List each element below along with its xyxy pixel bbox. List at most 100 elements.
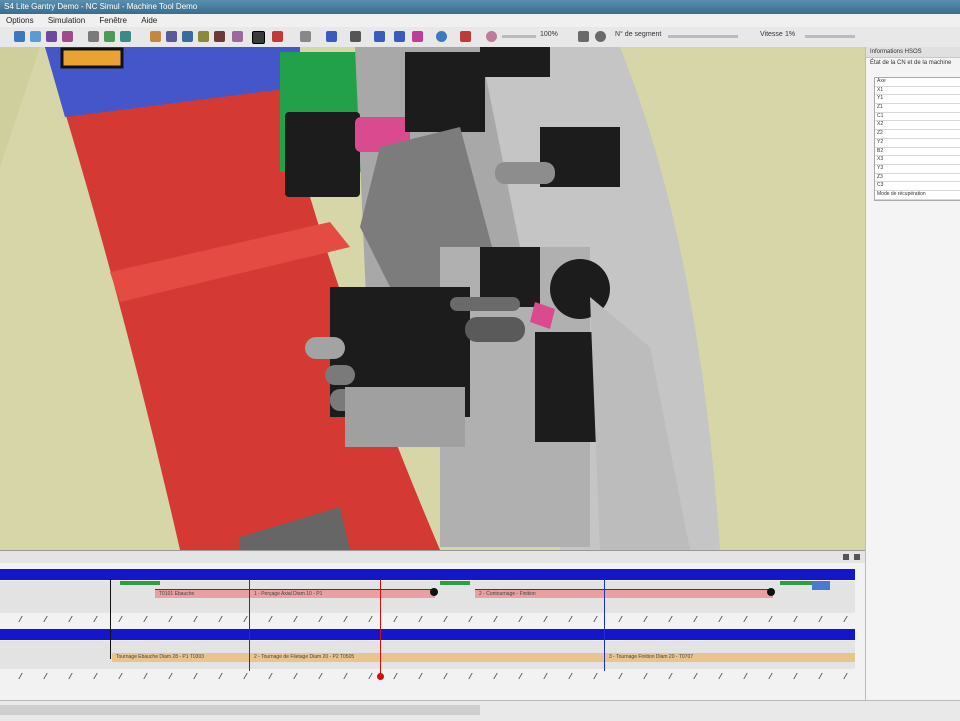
boring-bar-lower <box>465 317 525 342</box>
axis-row-z2: Z2 <box>875 130 960 139</box>
axis-row-z3: Z3 <box>875 174 960 183</box>
speed-value: 1% <box>785 31 796 38</box>
step-icon[interactable] <box>374 31 385 42</box>
axis-row-x2: X2 <box>875 121 960 131</box>
simulation-viewport[interactable] <box>0 47 865 550</box>
channel-1-bar <box>0 569 855 580</box>
machine-3d-view <box>0 47 865 550</box>
toolbar: 100% N° de segment Vitesse 1% <box>0 27 960 48</box>
marker-icon[interactable] <box>412 31 423 42</box>
channel-1-segment-1[interactable]: T0101 Ebauche <box>155 589 250 598</box>
menu-simulation[interactable]: Simulation <box>42 14 91 27</box>
segment-slider[interactable] <box>668 35 738 38</box>
channel-1-segment-3[interactable]: 2 - Contournage - Finition <box>475 589 773 598</box>
layer-icon[interactable] <box>62 31 73 42</box>
gantt-timeline[interactable]: T0101 Ebauche 1 - Perçage Axial Diam 10 … <box>0 550 865 701</box>
axis-row-x1: X1 <box>875 87 960 96</box>
channel-2-track: Tournage Ebauche Diam 28 - P1 T0303 2 - … <box>0 641 855 669</box>
axis-row-z1: Z1 <box>875 104 960 113</box>
info-panel-title: Informations HSOS <box>866 47 960 58</box>
axis-table: Axe X1 Y1 Z1 C1 X2 Z2 Y2 B2 X3 Y3 Z3 C3 … <box>874 77 960 201</box>
channel-1-segment-2[interactable]: 1 - Perçage Axial Diam 10 - P1 <box>250 589 435 598</box>
channel-1-ruler <box>0 614 855 624</box>
zoom-slider[interactable] <box>502 35 536 38</box>
clock-icon[interactable] <box>595 31 606 42</box>
tool-icon[interactable] <box>104 31 115 42</box>
play-back-icon[interactable] <box>350 31 361 42</box>
close-icon[interactable] <box>854 554 860 560</box>
pen-icon[interactable] <box>326 31 337 42</box>
axis-table-header: Axe <box>875 78 960 87</box>
axis-row-recovery: Mode de récupération <box>875 191 960 200</box>
info-panel-subtitle[interactable]: État de la CN et de la machine <box>866 58 960 68</box>
status-bar <box>0 700 960 721</box>
timeline-scrollbar[interactable] <box>0 705 480 715</box>
axis-row-y1: Y1 <box>875 95 960 105</box>
channel-2-segment-3[interactable]: 3 - Tournage Finition Diam 20 - T0707 <box>605 653 855 662</box>
tool-holder-upper-left <box>285 112 360 197</box>
select-icon[interactable] <box>300 31 311 42</box>
machine-icon[interactable] <box>182 31 193 42</box>
sync-line-1 <box>249 579 250 671</box>
channel-2-segment-1[interactable]: Tournage Ebauche Diam 28 - P1 T0303 <box>112 653 250 662</box>
title-bar: S4 Lite Gantry Demo - NC Simul - Machine… <box>0 0 960 14</box>
tool-holder-upper <box>405 52 485 132</box>
axis-icon[interactable] <box>198 31 209 42</box>
drill-shank-right <box>495 162 555 184</box>
grid-icon[interactable] <box>46 31 57 42</box>
segment-label: N° de segment <box>615 31 662 38</box>
axis-row-c1: C1 <box>875 113 960 122</box>
fixture-icon[interactable] <box>120 31 131 42</box>
axis-row-c3: C3 <box>875 182 960 191</box>
speed-label: Vitesse <box>760 31 783 38</box>
axis-row-y2: Y2 <box>875 139 960 148</box>
zoom-value: 100% <box>540 31 558 38</box>
tool-holder-lower-right <box>535 332 600 442</box>
axis-row-x3: X3 <box>875 156 960 165</box>
channel-2-bar <box>0 629 855 640</box>
boring-bar <box>450 297 520 311</box>
cut-icon[interactable] <box>214 31 225 42</box>
measure-icon[interactable] <box>252 31 265 44</box>
pin-icon[interactable] <box>843 554 849 560</box>
orange-jaw <box>62 49 122 67</box>
collision-icon[interactable] <box>272 31 283 42</box>
sync-line-start <box>110 579 111 659</box>
menu-help[interactable]: Aide <box>135 14 163 27</box>
channel-1-track: T0101 Ebauche 1 - Perçage Axial Diam 10 … <box>0 581 855 613</box>
fit-icon[interactable] <box>578 31 589 42</box>
channel-1-sync-dot-2 <box>767 588 775 596</box>
tool-holder-top <box>480 47 550 77</box>
info-panel: Informations HSOS État de la CN et de la… <box>865 47 960 700</box>
timeline-header <box>0 551 865 563</box>
menu-options[interactable]: Options <box>0 14 40 27</box>
channel-1-end-block <box>812 581 830 590</box>
turret-base <box>345 387 465 447</box>
view-icon[interactable] <box>30 31 41 42</box>
speed-slider[interactable] <box>805 35 855 38</box>
channel-1-sync-dot-1 <box>430 588 438 596</box>
menu-window[interactable]: Fenêtre <box>93 14 133 27</box>
compare-icon[interactable] <box>232 31 243 42</box>
time-cursor-handle[interactable] <box>377 673 384 680</box>
axis-row-y3: Y3 <box>875 165 960 174</box>
sync-line-2 <box>604 579 605 671</box>
stop-icon[interactable] <box>460 31 471 42</box>
channel-1-rapid-1 <box>120 581 160 585</box>
axis-row-b2: B2 <box>875 148 960 157</box>
drill-shank-upper <box>305 337 345 359</box>
drill-shank-middle <box>325 365 355 385</box>
wand-icon[interactable] <box>394 31 405 42</box>
record-icon[interactable] <box>486 31 497 42</box>
window-title: S4 Lite Gantry Demo - NC Simul - Machine… <box>4 2 198 11</box>
menu-bar: Options Simulation Fenêtre Aide <box>0 14 960 28</box>
stock-icon[interactable] <box>166 31 177 42</box>
channel-2-segment-2[interactable]: 2 - Tournage de Filetage Diam 20 - P2 T0… <box>250 653 605 662</box>
time-cursor[interactable] <box>380 579 381 679</box>
camera-icon[interactable] <box>88 31 99 42</box>
channel-1-rapid-2 <box>440 581 470 585</box>
open-icon[interactable] <box>14 31 25 42</box>
part-icon[interactable] <box>150 31 161 42</box>
channel-2-ruler <box>0 671 855 681</box>
globe-icon[interactable] <box>436 31 447 42</box>
